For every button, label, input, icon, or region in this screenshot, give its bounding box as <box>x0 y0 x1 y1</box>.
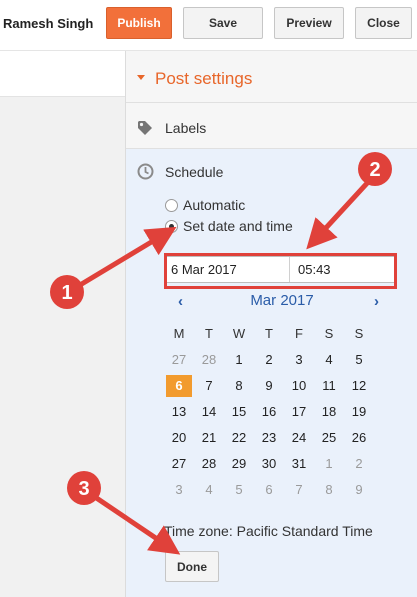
calendar-day[interactable]: 13 <box>166 401 192 423</box>
publish-button[interactable]: Publish <box>106 7 172 39</box>
calendar-day[interactable]: 1 <box>226 349 252 371</box>
calendar-day[interactable]: 3 <box>166 479 192 501</box>
calendar-day[interactable]: 27 <box>166 349 192 371</box>
schedule-title: Schedule <box>165 164 224 180</box>
calendar-day[interactable]: 17 <box>286 401 312 423</box>
calendar-day[interactable]: 5 <box>346 349 372 371</box>
calendar-day[interactable]: 22 <box>226 427 252 449</box>
calendar-month-label: Mar 2017 <box>250 292 314 309</box>
calendar-day[interactable]: 4 <box>316 349 342 371</box>
calendar-day[interactable]: 10 <box>286 375 312 397</box>
post-editor-page: Ramesh Singh Publish Save Preview Close … <box>0 0 417 597</box>
labels-section[interactable]: Labels <box>126 103 417 149</box>
weekday-header: M <box>173 326 185 341</box>
calendar-day[interactable]: 30 <box>256 453 282 475</box>
calendar-day[interactable]: 6 <box>256 479 282 501</box>
automatic-radio-label[interactable]: Automatic <box>183 197 245 213</box>
calendar-day[interactable]: 7 <box>286 479 312 501</box>
preview-button[interactable]: Preview <box>274 7 344 39</box>
calendar-day[interactable]: 9 <box>256 375 282 397</box>
set-date-time-radio[interactable] <box>165 220 178 233</box>
highlight-box <box>164 253 397 289</box>
weekday-header: W <box>232 326 246 341</box>
automatic-radio[interactable] <box>165 199 178 212</box>
set-date-time-radio-label[interactable]: Set date and time <box>183 218 293 234</box>
calendar-day[interactable]: 8 <box>316 479 342 501</box>
date-picker-calendar: ‹ Mar 2017 › M T W T F S S 27 28 1 2 3 4 5 6 7 8 9 10 11 12 1… <box>166 291 386 497</box>
calendar-day[interactable]: 31 <box>286 453 312 475</box>
calendar-day[interactable]: 1 <box>316 453 342 475</box>
save-button[interactable]: Save <box>183 7 263 39</box>
weekday-header: T <box>265 326 273 341</box>
weekday-header: S <box>354 326 364 341</box>
calendar-day[interactable]: 20 <box>166 427 192 449</box>
calendar-day[interactable]: 14 <box>196 401 222 423</box>
calendar-day[interactable]: 27 <box>166 453 192 475</box>
post-settings-header[interactable]: Post settings <box>126 51 417 103</box>
close-button[interactable]: Close <box>355 7 412 39</box>
calendar-day[interactable]: 12 <box>346 375 372 397</box>
calendar-day[interactable]: 2 <box>256 349 282 371</box>
clock-icon <box>137 163 154 180</box>
schedule-section: Schedule Automatic Set date and time 6 M… <box>126 149 417 597</box>
calendar-day[interactable]: 11 <box>316 375 342 397</box>
weekday-header: S <box>324 326 334 341</box>
top-toolbar: Ramesh Singh Publish Save Preview Close <box>0 0 417 51</box>
labels-title: Labels <box>165 120 207 136</box>
username: Ramesh Singh <box>3 16 94 31</box>
calendar-day[interactable]: 6 <box>166 375 192 397</box>
done-button[interactable]: Done <box>165 551 219 582</box>
calendar-day[interactable]: 18 <box>316 401 342 423</box>
calendar-day[interactable]: 16 <box>256 401 282 423</box>
calendar-day[interactable]: 15 <box>226 401 252 423</box>
calendar-nav: ‹ Mar 2017 › <box>166 291 386 313</box>
calendar-day[interactable]: 7 <box>196 375 222 397</box>
timezone-text: Time zone: Pacific Standard Time <box>164 523 373 539</box>
calendar-day[interactable]: 8 <box>226 375 252 397</box>
weekday-header: F <box>295 326 303 341</box>
calendar-day[interactable]: 28 <box>196 453 222 475</box>
tag-icon <box>138 121 152 135</box>
calendar-day[interactable]: 23 <box>256 427 282 449</box>
calendar-day[interactable]: 26 <box>346 427 372 449</box>
calendar-day[interactable]: 9 <box>346 479 372 501</box>
calendar-day[interactable]: 29 <box>226 453 252 475</box>
calendar-day[interactable]: 19 <box>346 401 372 423</box>
calendar-day[interactable]: 4 <box>196 479 222 501</box>
weekday-header: T <box>205 326 213 341</box>
chevron-right-icon[interactable]: › <box>374 293 379 310</box>
calendar-day[interactable]: 25 <box>316 427 342 449</box>
calendar-day[interactable]: 2 <box>346 453 372 475</box>
editor-body-area[interactable] <box>0 97 125 597</box>
calendar-day[interactable]: 5 <box>226 479 252 501</box>
calendar-day[interactable]: 28 <box>196 349 222 371</box>
caret-down-icon <box>137 75 145 80</box>
post-settings-sidebar: Post settings Labels Schedule Automatic … <box>125 51 417 597</box>
calendar-day[interactable]: 21 <box>196 427 222 449</box>
calendar-day[interactable]: 24 <box>286 427 312 449</box>
calendar-day[interactable]: 3 <box>286 349 312 371</box>
post-settings-title: Post settings <box>155 69 253 88</box>
editor-title-area[interactable] <box>0 51 125 97</box>
